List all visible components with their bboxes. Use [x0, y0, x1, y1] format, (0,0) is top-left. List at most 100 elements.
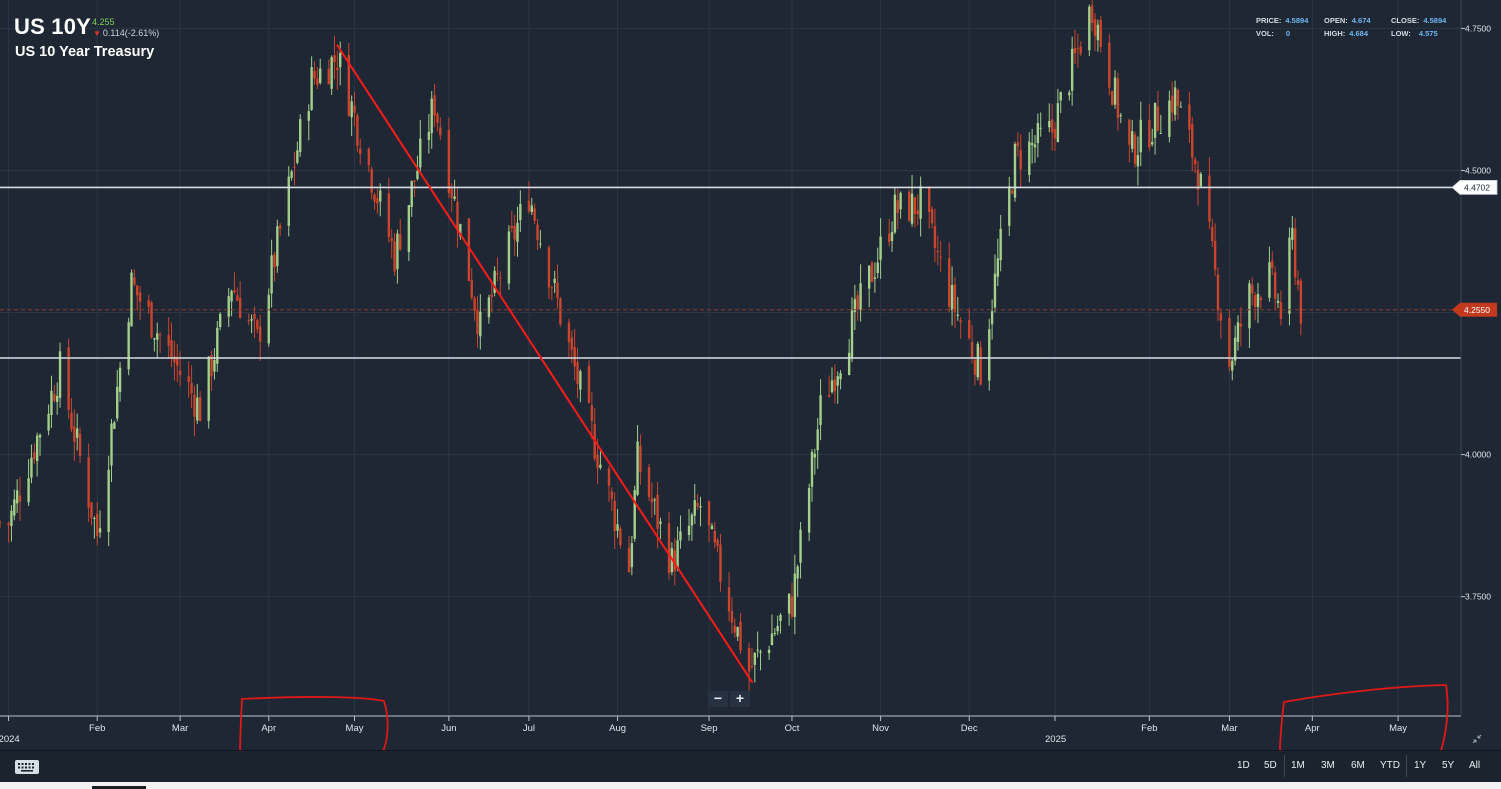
candle-body — [539, 243, 542, 245]
candle-body — [73, 426, 76, 442]
candle-body — [910, 193, 914, 224]
candle-body — [310, 67, 313, 110]
range-1y-button[interactable]: 1Y — [1414, 760, 1426, 771]
candle-body — [410, 181, 413, 208]
candle-body — [930, 208, 934, 224]
range-3m-button[interactable]: 3M — [1321, 760, 1335, 771]
zoom-in-button[interactable]: + — [730, 691, 750, 707]
candle-body — [613, 500, 616, 532]
candle-body — [796, 566, 799, 579]
candle-body — [1296, 280, 1300, 285]
candle-body — [799, 529, 802, 563]
candle-body — [290, 171, 293, 178]
candle-body — [879, 236, 882, 260]
candle-body — [567, 322, 571, 342]
candle-body — [630, 543, 634, 568]
price-change: ▼ 0.114(-2.61%) — [93, 28, 159, 38]
candle-body — [107, 469, 110, 533]
stat-open-value: 4.674 — [1351, 16, 1371, 25]
y-tick-label: 3.7500 — [1465, 592, 1491, 602]
zoom-out-button[interactable]: − — [708, 691, 728, 707]
candle-body — [270, 255, 273, 294]
candle-body — [696, 503, 699, 507]
stat-low: LOW: 4.575 — [1391, 29, 1438, 38]
candle-body — [730, 610, 734, 623]
candle-body — [490, 294, 493, 298]
candle-body — [813, 453, 817, 458]
stat-low-value: 4.575 — [1418, 29, 1438, 38]
candle-body — [1156, 106, 1160, 131]
candle-body — [1010, 190, 1014, 194]
candle-body — [1248, 283, 1251, 329]
candle-body — [1053, 129, 1057, 139]
candle-body — [913, 197, 917, 214]
candle-body — [307, 111, 310, 121]
candle-body — [1008, 186, 1011, 226]
stat-vol-label: VOL: — [1256, 29, 1274, 38]
candle-body — [1133, 134, 1137, 164]
x-tick-label: Jun — [441, 723, 456, 734]
range-1d-button[interactable]: 1D — [1237, 760, 1250, 771]
candle-body — [339, 52, 342, 68]
candle-body — [739, 621, 742, 651]
candle-body — [93, 518, 96, 520]
candle-body — [553, 278, 556, 283]
candle-body — [333, 55, 336, 63]
candle-body — [247, 320, 250, 322]
candle-body — [1070, 48, 1074, 91]
candle-body — [207, 356, 210, 421]
range-separator — [1406, 755, 1407, 777]
x-tick-label: 2024 — [0, 734, 20, 745]
candle-body — [713, 531, 716, 543]
candle-body — [379, 190, 382, 202]
candle-body — [919, 186, 922, 219]
candle-body — [950, 284, 954, 311]
stat-vol-value: 0 — [1285, 29, 1291, 38]
x-tick-label: 2025 — [1045, 734, 1066, 745]
candle-body — [38, 434, 42, 438]
candle-body — [587, 365, 591, 403]
candle-body — [399, 234, 402, 250]
candle-body — [839, 373, 842, 380]
candle-body — [450, 187, 453, 198]
candle-body — [7, 523, 10, 526]
candle-body — [407, 204, 411, 253]
candle-body — [916, 210, 919, 215]
candle-body — [1179, 106, 1183, 108]
candle-body — [1256, 293, 1260, 307]
candle-body — [639, 445, 642, 473]
candle-body — [559, 298, 562, 325]
candle-body — [238, 297, 242, 318]
candle-body — [1208, 175, 1211, 222]
candle-body — [1048, 120, 1051, 128]
candle-body — [258, 326, 262, 342]
candle-body — [530, 205, 533, 213]
range-6m-button[interactable]: 6M — [1351, 760, 1365, 771]
candle-body — [699, 506, 702, 508]
candle-body — [70, 412, 73, 430]
range-1m-button[interactable]: 1M — [1291, 760, 1305, 771]
collapse-icon[interactable] — [1471, 733, 1483, 745]
candle-body — [1119, 115, 1122, 117]
candle-body — [50, 390, 53, 415]
keyboard-icon[interactable] — [15, 760, 39, 774]
candle-body — [576, 362, 579, 384]
candle-body — [53, 393, 56, 401]
range-all-button[interactable]: All — [1469, 760, 1480, 771]
candle-body — [198, 397, 202, 422]
candle-body — [550, 287, 554, 289]
candle-body — [1299, 280, 1303, 324]
candle-body — [1073, 48, 1077, 54]
bottom-border — [0, 782, 1501, 789]
candle-body — [773, 632, 777, 634]
candle-body — [87, 457, 90, 508]
candle-body — [807, 488, 811, 533]
candle-body — [413, 180, 416, 182]
price-chart[interactable]: 2024 Feb Mar Apr May Jun Jul Aug Sep Oct Nov Dec 202… — [0, 0, 1501, 750]
range-5d-button[interactable]: 5D — [1264, 760, 1277, 771]
candle-body — [687, 525, 691, 535]
range-5y-button[interactable]: 5Y — [1442, 760, 1454, 771]
candle-body — [679, 531, 682, 541]
candle-body — [370, 169, 373, 193]
range-ytd-button[interactable]: YTD — [1380, 760, 1400, 771]
